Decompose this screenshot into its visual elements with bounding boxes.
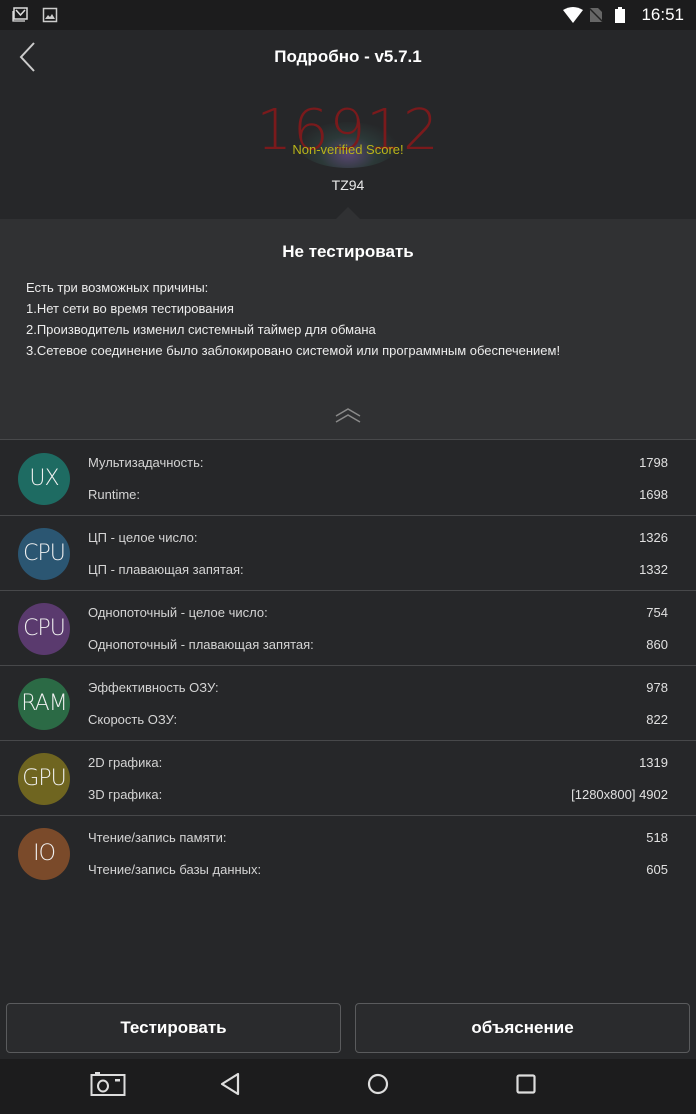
ram-badge-icon: RAM xyxy=(18,678,70,730)
metric-label: Чтение/запись памяти: xyxy=(88,830,227,845)
divider xyxy=(0,439,696,440)
metric-value: 1798 xyxy=(639,455,668,470)
metric-label: 3D графика: xyxy=(88,787,163,802)
score-area: 16912 Non-verified Score! xyxy=(0,98,696,170)
results-list: UX Мультизадачность: 1798 Runtime: 1698 … xyxy=(0,441,696,891)
image-notification-icon xyxy=(42,7,58,23)
status-time: 16:51 xyxy=(641,5,684,24)
metric-label: 2D графика: xyxy=(88,755,163,770)
warning-line: 1.Нет сети во время тестирования xyxy=(26,301,234,316)
metric-value: 1332 xyxy=(639,562,668,577)
system-nav-bar xyxy=(0,1059,696,1114)
metric-value: 518 xyxy=(646,830,668,845)
page-title: Подробно - v5.7.1 xyxy=(274,47,422,66)
status-bar: 16:51 xyxy=(0,0,696,30)
gmail-notification-icon xyxy=(12,7,28,23)
home-circle-icon xyxy=(367,1073,389,1100)
result-row-cpu-single[interactable]: CPU Однопоточный - целое число: 754 Одно… xyxy=(0,591,696,666)
action-bar: Тестировать объяснение xyxy=(0,1003,696,1059)
metric-value: 1326 xyxy=(639,530,668,545)
result-row-io[interactable]: IO Чтение/запись памяти: 518 Чтение/запи… xyxy=(0,816,696,891)
app-header: Подробно - v5.7.1 16912 Non-verified Sco… xyxy=(0,30,696,220)
result-row-ram[interactable]: RAM Эффективность ОЗУ: 978 Скорость ОЗУ:… xyxy=(0,666,696,741)
metric-value: 1698 xyxy=(639,487,668,502)
result-row-gpu[interactable]: GPU 2D графика: 1319 3D графика: [1280x8… xyxy=(0,741,696,816)
explain-button[interactable]: объяснение xyxy=(355,1003,690,1053)
result-row-ux[interactable]: UX Мультизадачность: 1798 Runtime: 1698 xyxy=(0,441,696,516)
metric-value: [1280x800] 4902 xyxy=(571,787,668,802)
nav-home-button[interactable] xyxy=(360,1071,396,1101)
metric-value: 754 xyxy=(646,605,668,620)
non-verified-label: Non-verified Score! xyxy=(292,142,404,157)
metric-label: Runtime: xyxy=(88,487,141,502)
ux-badge-icon: UX xyxy=(18,453,70,505)
double-chevron-up-icon xyxy=(333,408,363,429)
wifi-icon xyxy=(563,7,584,23)
screenshot-icon xyxy=(90,1071,126,1102)
metric-label: Мультизадачность: xyxy=(88,455,204,470)
back-triangle-icon xyxy=(219,1072,241,1101)
warning-panel: Не тестировать Есть три возможных причин… xyxy=(0,207,696,440)
gpu-badge-icon: GPU xyxy=(18,753,70,805)
panel-pointer xyxy=(336,207,360,219)
metric-value: 1319 xyxy=(639,755,668,770)
metric-value: 860 xyxy=(646,637,668,652)
recents-square-icon xyxy=(515,1073,537,1100)
warning-title: Не тестировать xyxy=(282,242,414,261)
warning-line: 2.Производитель изменил системный таймер… xyxy=(26,322,376,337)
battery-icon xyxy=(615,7,631,23)
device-name: TZ94 xyxy=(331,177,365,193)
metric-label: Скорость ОЗУ: xyxy=(88,712,178,727)
metric-value: 605 xyxy=(646,862,668,877)
metric-label: Чтение/запись базы данных: xyxy=(88,862,262,877)
test-button[interactable]: Тестировать xyxy=(6,1003,341,1053)
metric-value: 978 xyxy=(646,680,668,695)
no-sim-icon xyxy=(588,7,605,23)
warning-line: 3.Сетевое соединение было заблокировано … xyxy=(26,343,561,358)
io-badge-icon: IO xyxy=(18,828,70,880)
metric-value: 822 xyxy=(646,712,668,727)
nav-recents-button[interactable] xyxy=(508,1071,544,1101)
cpu-badge-icon: CPU xyxy=(18,528,70,580)
metric-label: ЦП - целое число: xyxy=(88,530,198,545)
metric-label: ЦП - плавающая запятая: xyxy=(88,562,244,577)
screenshot-button[interactable] xyxy=(90,1071,126,1101)
metric-label: Однопоточный - целое число: xyxy=(88,605,268,620)
result-row-cpu[interactable]: CPU ЦП - целое число: 1326 ЦП - плавающа… xyxy=(0,516,696,591)
cpu-single-badge-icon: CPU xyxy=(18,603,70,655)
warning-text: Есть три возможных причины: 1.Нет сети в… xyxy=(26,277,560,361)
metric-label: Однопоточный - плавающая запятая: xyxy=(88,637,314,652)
warning-line: Есть три возможных причины: xyxy=(26,280,209,295)
metric-label: Эффективность ОЗУ: xyxy=(88,680,219,695)
nav-back-button[interactable] xyxy=(212,1071,248,1101)
collapse-button[interactable] xyxy=(333,407,363,425)
